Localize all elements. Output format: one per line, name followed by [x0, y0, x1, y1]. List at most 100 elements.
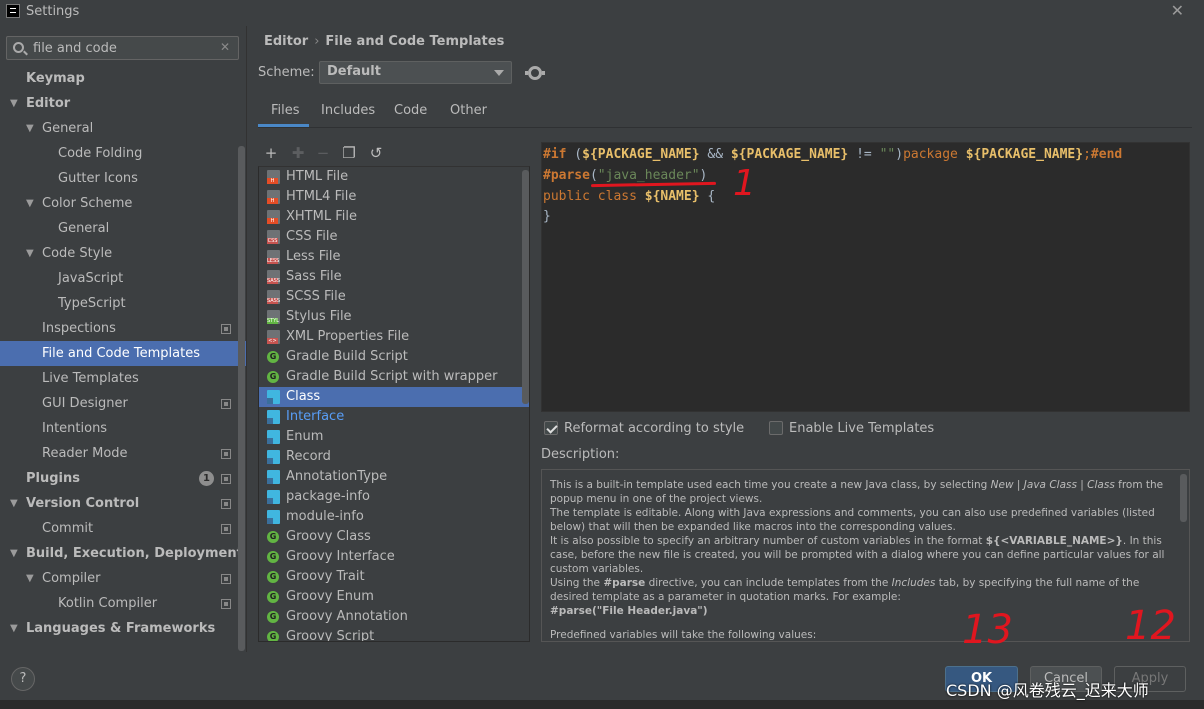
list-item[interactable]: LESS Less File — [259, 247, 529, 267]
sidebar-item-gui-designer[interactable]: GUI Designer — [0, 391, 246, 416]
list-item[interactable]: G Groovy Interface — [259, 547, 529, 567]
list-item[interactable]: <> XML Properties File — [259, 327, 529, 347]
add-icon[interactable]: + — [263, 144, 279, 162]
project-settings-icon — [221, 449, 231, 459]
list-item[interactable]: G Groovy Annotation — [259, 607, 529, 627]
java-class-icon — [267, 510, 280, 524]
copy-icon[interactable]: ❐ — [341, 144, 357, 162]
annotation-number-2-digit: 2 — [1150, 603, 1176, 649]
chevron-down-icon[interactable]: ▼ — [26, 566, 34, 591]
css-file-icon: CSS — [267, 230, 280, 244]
gear-icon[interactable] — [525, 66, 545, 80]
remove-icon[interactable]: − — [315, 144, 331, 162]
sidebar-item-javascript[interactable]: JavaScript — [0, 266, 246, 291]
list-item[interactable]: G Groovy Trait — [259, 567, 529, 587]
list-item[interactable]: package-info — [259, 487, 529, 507]
close-icon[interactable]: ✕ — [1171, 1, 1184, 20]
sidebar-item-compiler[interactable]: ▼ Compiler — [0, 566, 246, 591]
sidebar-item-inspections[interactable]: Inspections — [0, 316, 246, 341]
tab-code[interactable]: Code — [394, 103, 427, 127]
intellij-icon — [6, 4, 20, 18]
list-item[interactable]: G Groovy Enum — [259, 587, 529, 607]
scheme-label: Scheme: — [258, 65, 315, 80]
code-token: #parse — [543, 168, 590, 183]
sidebar-item-languages-frameworks[interactable]: ▼ Languages & Frameworks — [0, 616, 246, 641]
list-item-class[interactable]: Class — [259, 387, 529, 407]
project-settings-icon — [221, 574, 231, 584]
list-item[interactable]: SASS Sass File — [259, 267, 529, 287]
template-label: XML Properties File — [286, 329, 410, 344]
sidebar-item-live-templates[interactable]: Live Templates — [0, 366, 246, 391]
html-file-icon: H — [267, 190, 280, 204]
list-item[interactable]: STYL Stylus File — [259, 307, 529, 327]
sidebar-scrollbar[interactable] — [238, 146, 245, 651]
list-item[interactable]: G Groovy Script — [259, 627, 529, 641]
chevron-down-icon[interactable]: ▼ — [26, 191, 34, 216]
template-label: Groovy Interface — [286, 549, 395, 564]
chevron-down-icon[interactable]: ▼ — [26, 116, 34, 141]
sidebar-item-build-execution-deployment[interactable]: ▼ Build, Execution, Deployment — [0, 541, 246, 566]
list-item[interactable]: SASS SCSS File — [259, 287, 529, 307]
sidebar-item-reader-mode[interactable]: Reader Mode — [0, 441, 246, 466]
reformat-checkbox[interactable] — [544, 421, 558, 435]
sidebar-item-code-folding[interactable]: Code Folding — [0, 141, 246, 166]
list-item[interactable]: G Gradle Build Script with wrapper — [259, 367, 529, 387]
description-paragraph: The template is editable. Along with Jav… — [550, 507, 1155, 533]
sidebar-item-editor[interactable]: ▼ Editor — [0, 91, 246, 116]
tab-includes[interactable]: Includes — [321, 103, 375, 127]
sidebar-item-commit[interactable]: Commit — [0, 516, 246, 541]
list-item[interactable]: G Groovy Class — [259, 527, 529, 547]
live-templates-checkbox[interactable] — [769, 421, 783, 435]
search-icon — [13, 42, 24, 53]
search-box[interactable]: ✕ — [6, 36, 239, 60]
reset-icon[interactable]: ↺ — [368, 144, 384, 162]
clear-search-icon[interactable]: ✕ — [220, 40, 230, 54]
chevron-down-icon[interactable]: ▼ — [10, 91, 18, 116]
tab-other[interactable]: Other — [450, 103, 487, 127]
chevron-down-icon[interactable]: ▼ — [10, 491, 18, 516]
list-item[interactable]: G Gradle Build Script — [259, 347, 529, 367]
sidebar-item-intentions[interactable]: Intentions — [0, 416, 246, 441]
template-label: Less File — [286, 249, 341, 264]
code-token: "" — [879, 147, 896, 162]
chevron-down-icon[interactable]: ▼ — [10, 616, 18, 641]
template-list-scrollbar[interactable] — [522, 170, 529, 404]
sidebar-item-file-and-code-templates[interactable]: File and Code Templates — [0, 341, 246, 366]
sidebar-item-plugins[interactable]: Plugins 1 — [0, 466, 246, 491]
help-button[interactable]: ? — [11, 667, 35, 691]
sidebar-item-keymap[interactable]: Keymap — [0, 66, 246, 91]
sidebar-item-code-style[interactable]: ▼ Code Style — [0, 241, 246, 266]
sidebar-item-version-control[interactable]: ▼ Version Control — [0, 491, 246, 516]
chevron-down-icon[interactable]: ▼ — [26, 241, 34, 266]
chevron-down-icon[interactable]: ▼ — [10, 541, 18, 566]
template-label: package-info — [286, 489, 370, 504]
sidebar-item-typescript[interactable]: TypeScript — [0, 291, 246, 316]
template-list-toolbar: + ✚ − ❐ ↺ — [258, 142, 531, 166]
list-item[interactable]: H XHTML File — [259, 207, 529, 227]
add-child-icon[interactable]: ✚ — [290, 144, 306, 162]
list-item[interactable]: H HTML4 File — [259, 187, 529, 207]
sidebar-item-color-scheme-general[interactable]: General — [0, 216, 246, 241]
scss-file-icon: SASS — [267, 290, 280, 304]
description-scrollbar[interactable] — [1180, 474, 1187, 522]
sidebar-item-label: TypeScript — [58, 296, 126, 311]
sidebar-item-general[interactable]: ▼ General — [0, 116, 246, 141]
breadcrumb-root[interactable]: Editor — [264, 34, 308, 49]
sidebar-item-gutter-icons[interactable]: Gutter Icons — [0, 166, 246, 191]
search-input[interactable] — [33, 39, 213, 57]
template-label: AnnotationType — [286, 469, 388, 484]
list-item[interactable]: Enum — [259, 427, 529, 447]
list-item[interactable]: AnnotationType — [259, 467, 529, 487]
tab-files[interactable]: Files — [258, 103, 309, 127]
list-item[interactable]: H HTML File — [259, 167, 529, 187]
list-item-interface[interactable]: Interface — [259, 407, 529, 427]
list-item[interactable]: CSS CSS File — [259, 227, 529, 247]
sidebar-item-kotlin-compiler[interactable]: Kotlin Compiler — [0, 591, 246, 616]
sidebar-item-color-scheme[interactable]: ▼ Color Scheme — [0, 191, 246, 216]
list-item[interactable]: Record — [259, 447, 529, 467]
file-icon-tag: SASS — [267, 298, 281, 304]
scheme-dropdown[interactable]: Default — [319, 61, 512, 84]
sass-file-icon: SASS — [267, 270, 280, 284]
list-item[interactable]: module-info — [259, 507, 529, 527]
template-list: H HTML File H HTML4 File H XHTML File CSS CS… — [258, 166, 530, 642]
